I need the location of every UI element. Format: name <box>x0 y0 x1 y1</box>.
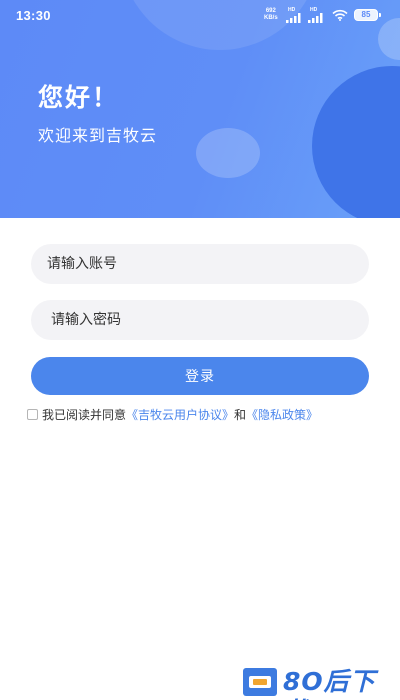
privacy-policy-link[interactable]: 《隐私政策》 <box>246 408 318 422</box>
watermark-icon <box>243 668 277 696</box>
account-input[interactable] <box>31 244 369 284</box>
watermark-logo: 8O后下载 <box>243 664 400 700</box>
header-banner: 13:30 692 KB/s HD HD 85 您好！ 欢迎来到吉牧云 <box>0 0 400 218</box>
watermark-text: 8O后下载 <box>283 667 376 700</box>
agreement-connector: 和 <box>234 408 247 422</box>
battery-icon: 85 <box>354 9 381 21</box>
agreement-checkbox[interactable] <box>27 409 38 420</box>
login-button[interactable]: 登录 <box>31 357 369 395</box>
greeting-title: 您好！ <box>38 83 120 112</box>
agreement-prefix: 我已阅读并同意 <box>42 408 127 422</box>
network-speed: 692 KB/s <box>264 8 278 22</box>
status-bar: 13:30 692 KB/s HD HD 85 <box>0 0 400 32</box>
network-speed-unit: KB/s <box>264 15 278 21</box>
user-agreement-link[interactable]: 《吉牧云用户协议》 <box>126 408 234 422</box>
welcome-subtitle: 欢迎来到吉牧云 <box>38 126 158 145</box>
decorative-circle <box>312 66 400 218</box>
wifi-icon <box>332 9 348 21</box>
status-time: 13:30 <box>16 8 51 23</box>
password-input[interactable] <box>31 300 369 340</box>
network-speed-value: 692 <box>265 8 276 14</box>
battery-level: 85 <box>361 10 371 19</box>
agreement-row: 我已阅读并同意《吉牧云用户协议》和《隐私政策》 <box>27 406 318 424</box>
decorative-circle <box>196 128 260 178</box>
